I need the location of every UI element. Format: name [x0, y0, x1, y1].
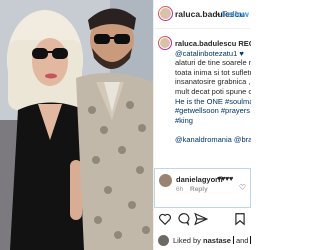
caption-line[interactable]: @catalinbotezatu1 ♥ [175, 49, 251, 59]
comment-heart-icon[interactable]: ♡ [239, 183, 246, 192]
post-photo[interactable] [0, 0, 153, 250]
caption-line: insanatosire grabnica , te [175, 77, 251, 87]
header-avatar[interactable] [158, 6, 173, 21]
caption-line: mult decat poti spune cuv [175, 86, 251, 96]
liker-avatar[interactable] [158, 234, 169, 246]
caption-line[interactable]: @kanaldromania @bravo [175, 135, 251, 145]
caption-line: raluca.badulescu REGELE [175, 39, 251, 48]
post-actions [154, 212, 251, 228]
redacted-block [250, 236, 251, 244]
caption-line[interactable]: #king [175, 116, 251, 126]
caption-avatar[interactable] [158, 36, 172, 50]
comment-time: 6h [176, 186, 184, 193]
post-caption: raluca.badulescu REGELE @catalinbotezatu… [175, 39, 251, 145]
liked-by-row: Liked by nastase and [158, 233, 251, 247]
liked-by-prefix: Liked by [173, 235, 201, 245]
post-detail-panel: raluca.badulescu • Follow raluca.badules… [153, 0, 251, 250]
caption-line [175, 125, 251, 135]
bookmark-icon[interactable] [233, 212, 247, 226]
caption-line: alaturi de tine soarele nos [175, 58, 251, 68]
liked-by-and: and [235, 235, 249, 245]
reply-button[interactable]: Reply [190, 186, 208, 193]
comment-text: ♥♥♥♥ [217, 174, 233, 183]
comment-username[interactable]: danielagyorfi [176, 175, 223, 184]
caption-line: toata inima si tot sufletul [175, 67, 251, 77]
speech-bubble-icon[interactable] [176, 212, 190, 226]
redacted-block [232, 236, 234, 244]
highlighted-comment: danielagyorfi ♥♥♥♥ 6h Reply ♡ [154, 168, 251, 208]
follow-button[interactable]: Follow [222, 9, 249, 19]
post-header: raluca.badulescu • Follow [154, 0, 251, 29]
liked-by-user[interactable]: nastase [203, 236, 231, 245]
comment-avatar[interactable] [159, 174, 172, 187]
photo-illustration [0, 0, 153, 250]
heart-outline-icon[interactable] [158, 212, 172, 226]
header-separator: • [217, 9, 220, 19]
caption-line[interactable]: He is the ONE #soulmate [175, 97, 251, 107]
paper-plane-icon[interactable] [194, 212, 208, 226]
caption-line[interactable]: #getwellsoon #prayers [175, 106, 251, 116]
